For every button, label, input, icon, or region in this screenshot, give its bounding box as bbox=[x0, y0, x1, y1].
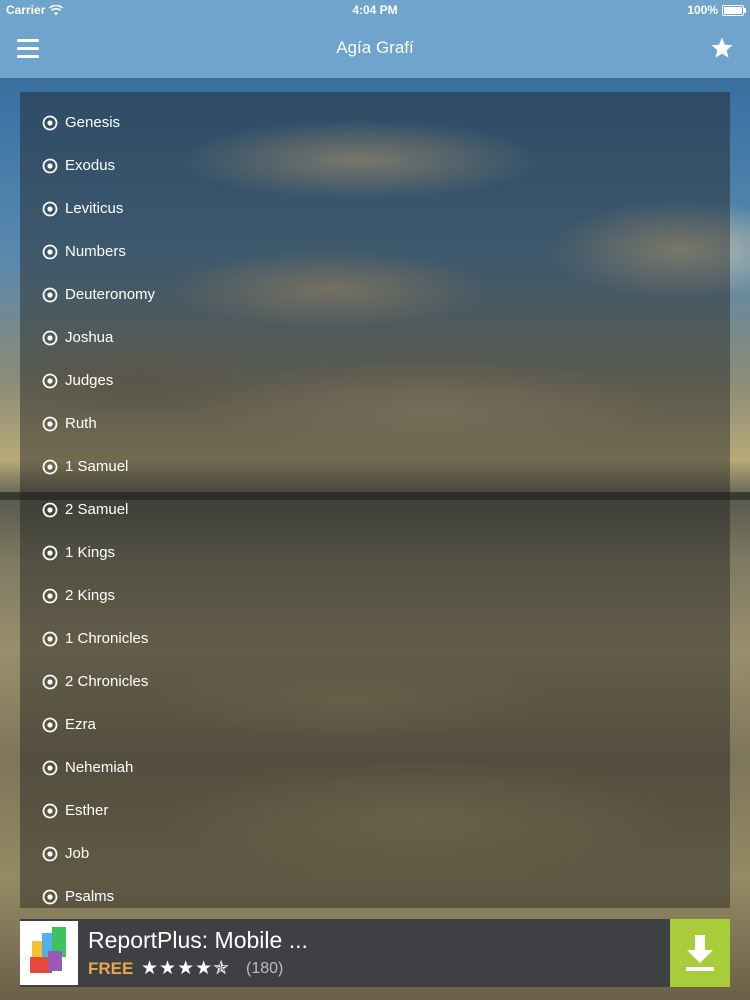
battery-percent: 100% bbox=[687, 3, 718, 17]
book-label: 1 Samuel bbox=[65, 458, 129, 475]
book-list-item[interactable]: 2 Samuel bbox=[20, 488, 730, 531]
book-label: 1 Chronicles bbox=[65, 630, 149, 647]
book-list[interactable]: Genesis Exodus Leviticus Numbers Deuteronomy… bbox=[20, 101, 730, 908]
eye-icon bbox=[42, 717, 58, 732]
book-list-item[interactable]: Genesis bbox=[20, 101, 730, 144]
book-list-item[interactable]: Exodus bbox=[20, 144, 730, 187]
book-label: 2 Chronicles bbox=[65, 673, 149, 690]
nav-bar: Agía Grafí bbox=[0, 20, 750, 78]
status-battery: 100% bbox=[687, 3, 746, 17]
book-list-item[interactable]: Ruth bbox=[20, 402, 730, 445]
eye-icon bbox=[42, 201, 58, 216]
book-list-item[interactable]: 1 Kings bbox=[20, 531, 730, 574]
eye-icon bbox=[42, 459, 58, 474]
book-list-item[interactable]: 1 Samuel bbox=[20, 445, 730, 488]
ad-banner[interactable]: ReportPlus: Mobile ... FREE ★★★★✯ (180) bbox=[20, 919, 730, 987]
eye-icon bbox=[42, 588, 58, 603]
book-label: 2 Samuel bbox=[65, 501, 129, 518]
book-list-item[interactable]: Psalms bbox=[20, 875, 730, 908]
book-label: Exodus bbox=[65, 157, 116, 174]
ad-app-title: ReportPlus: Mobile ... bbox=[88, 927, 308, 953]
eye-icon bbox=[42, 631, 58, 646]
battery-icon bbox=[722, 4, 746, 16]
book-label: Psalms bbox=[65, 888, 115, 905]
ad-download-button[interactable] bbox=[670, 919, 730, 987]
book-label: Numbers bbox=[65, 243, 126, 260]
book-label: Judges bbox=[65, 372, 114, 389]
page-title: Agía Grafí bbox=[336, 38, 414, 57]
book-list-item[interactable]: Joshua bbox=[20, 316, 730, 359]
book-list-item[interactable]: Leviticus bbox=[20, 187, 730, 230]
eye-icon bbox=[42, 846, 58, 861]
status-bar: Carrier 4:04 PM 100% bbox=[0, 0, 750, 20]
eye-icon bbox=[42, 502, 58, 517]
book-list-item[interactable]: Ezra bbox=[20, 703, 730, 746]
book-list-item[interactable]: Numbers bbox=[20, 230, 730, 273]
ad-review-count: (180) bbox=[246, 960, 284, 977]
eye-icon bbox=[42, 803, 58, 818]
eye-icon bbox=[42, 244, 58, 259]
eye-icon bbox=[42, 760, 58, 775]
ad-app-icon[interactable] bbox=[20, 921, 78, 985]
book-list-item[interactable]: Deuteronomy bbox=[20, 273, 730, 316]
book-list-item[interactable]: Job bbox=[20, 832, 730, 875]
book-label: Leviticus bbox=[65, 200, 124, 217]
book-label: Job bbox=[65, 845, 90, 862]
book-list-item[interactable]: 1 Chronicles bbox=[20, 617, 730, 660]
status-time: 4:04 PM bbox=[352, 3, 398, 17]
book-list-item[interactable]: Judges bbox=[20, 359, 730, 402]
book-label: 2 Kings bbox=[65, 587, 116, 604]
book-list-panel: Genesis Exodus Leviticus Numbers Deuteronomy… bbox=[20, 92, 730, 908]
book-list-item[interactable]: Nehemiah bbox=[20, 746, 730, 789]
eye-icon bbox=[42, 674, 58, 689]
app-screen: Carrier 4:04 PM 100% Agía Grafí Genesis E… bbox=[0, 0, 750, 1000]
book-label: 1 Kings bbox=[65, 544, 116, 561]
eye-icon bbox=[42, 373, 58, 388]
download-icon bbox=[686, 935, 714, 971]
book-label: Nehemiah bbox=[65, 759, 134, 776]
eye-icon bbox=[42, 330, 58, 345]
eye-icon bbox=[42, 158, 58, 173]
reportplus-logo-icon bbox=[30, 927, 66, 973]
book-label: Ruth bbox=[65, 415, 97, 432]
eye-icon bbox=[42, 115, 58, 130]
book-label: Ezra bbox=[65, 716, 96, 733]
book-list-item[interactable]: 2 Kings bbox=[20, 574, 730, 617]
eye-icon bbox=[42, 287, 58, 302]
eye-icon bbox=[42, 545, 58, 560]
book-label: Esther bbox=[65, 802, 109, 819]
book-list-item[interactable]: Esther bbox=[20, 789, 730, 832]
eye-icon bbox=[42, 889, 58, 904]
ad-price: FREE bbox=[88, 959, 134, 978]
eye-icon bbox=[42, 416, 58, 431]
book-label: Joshua bbox=[65, 329, 114, 346]
book-list-item[interactable]: 2 Chronicles bbox=[20, 660, 730, 703]
ad-rating-stars: ★★★★✯ bbox=[141, 958, 231, 979]
book-label: Deuteronomy bbox=[65, 286, 156, 303]
book-label: Genesis bbox=[65, 114, 121, 131]
star-icon[interactable] bbox=[710, 36, 734, 60]
